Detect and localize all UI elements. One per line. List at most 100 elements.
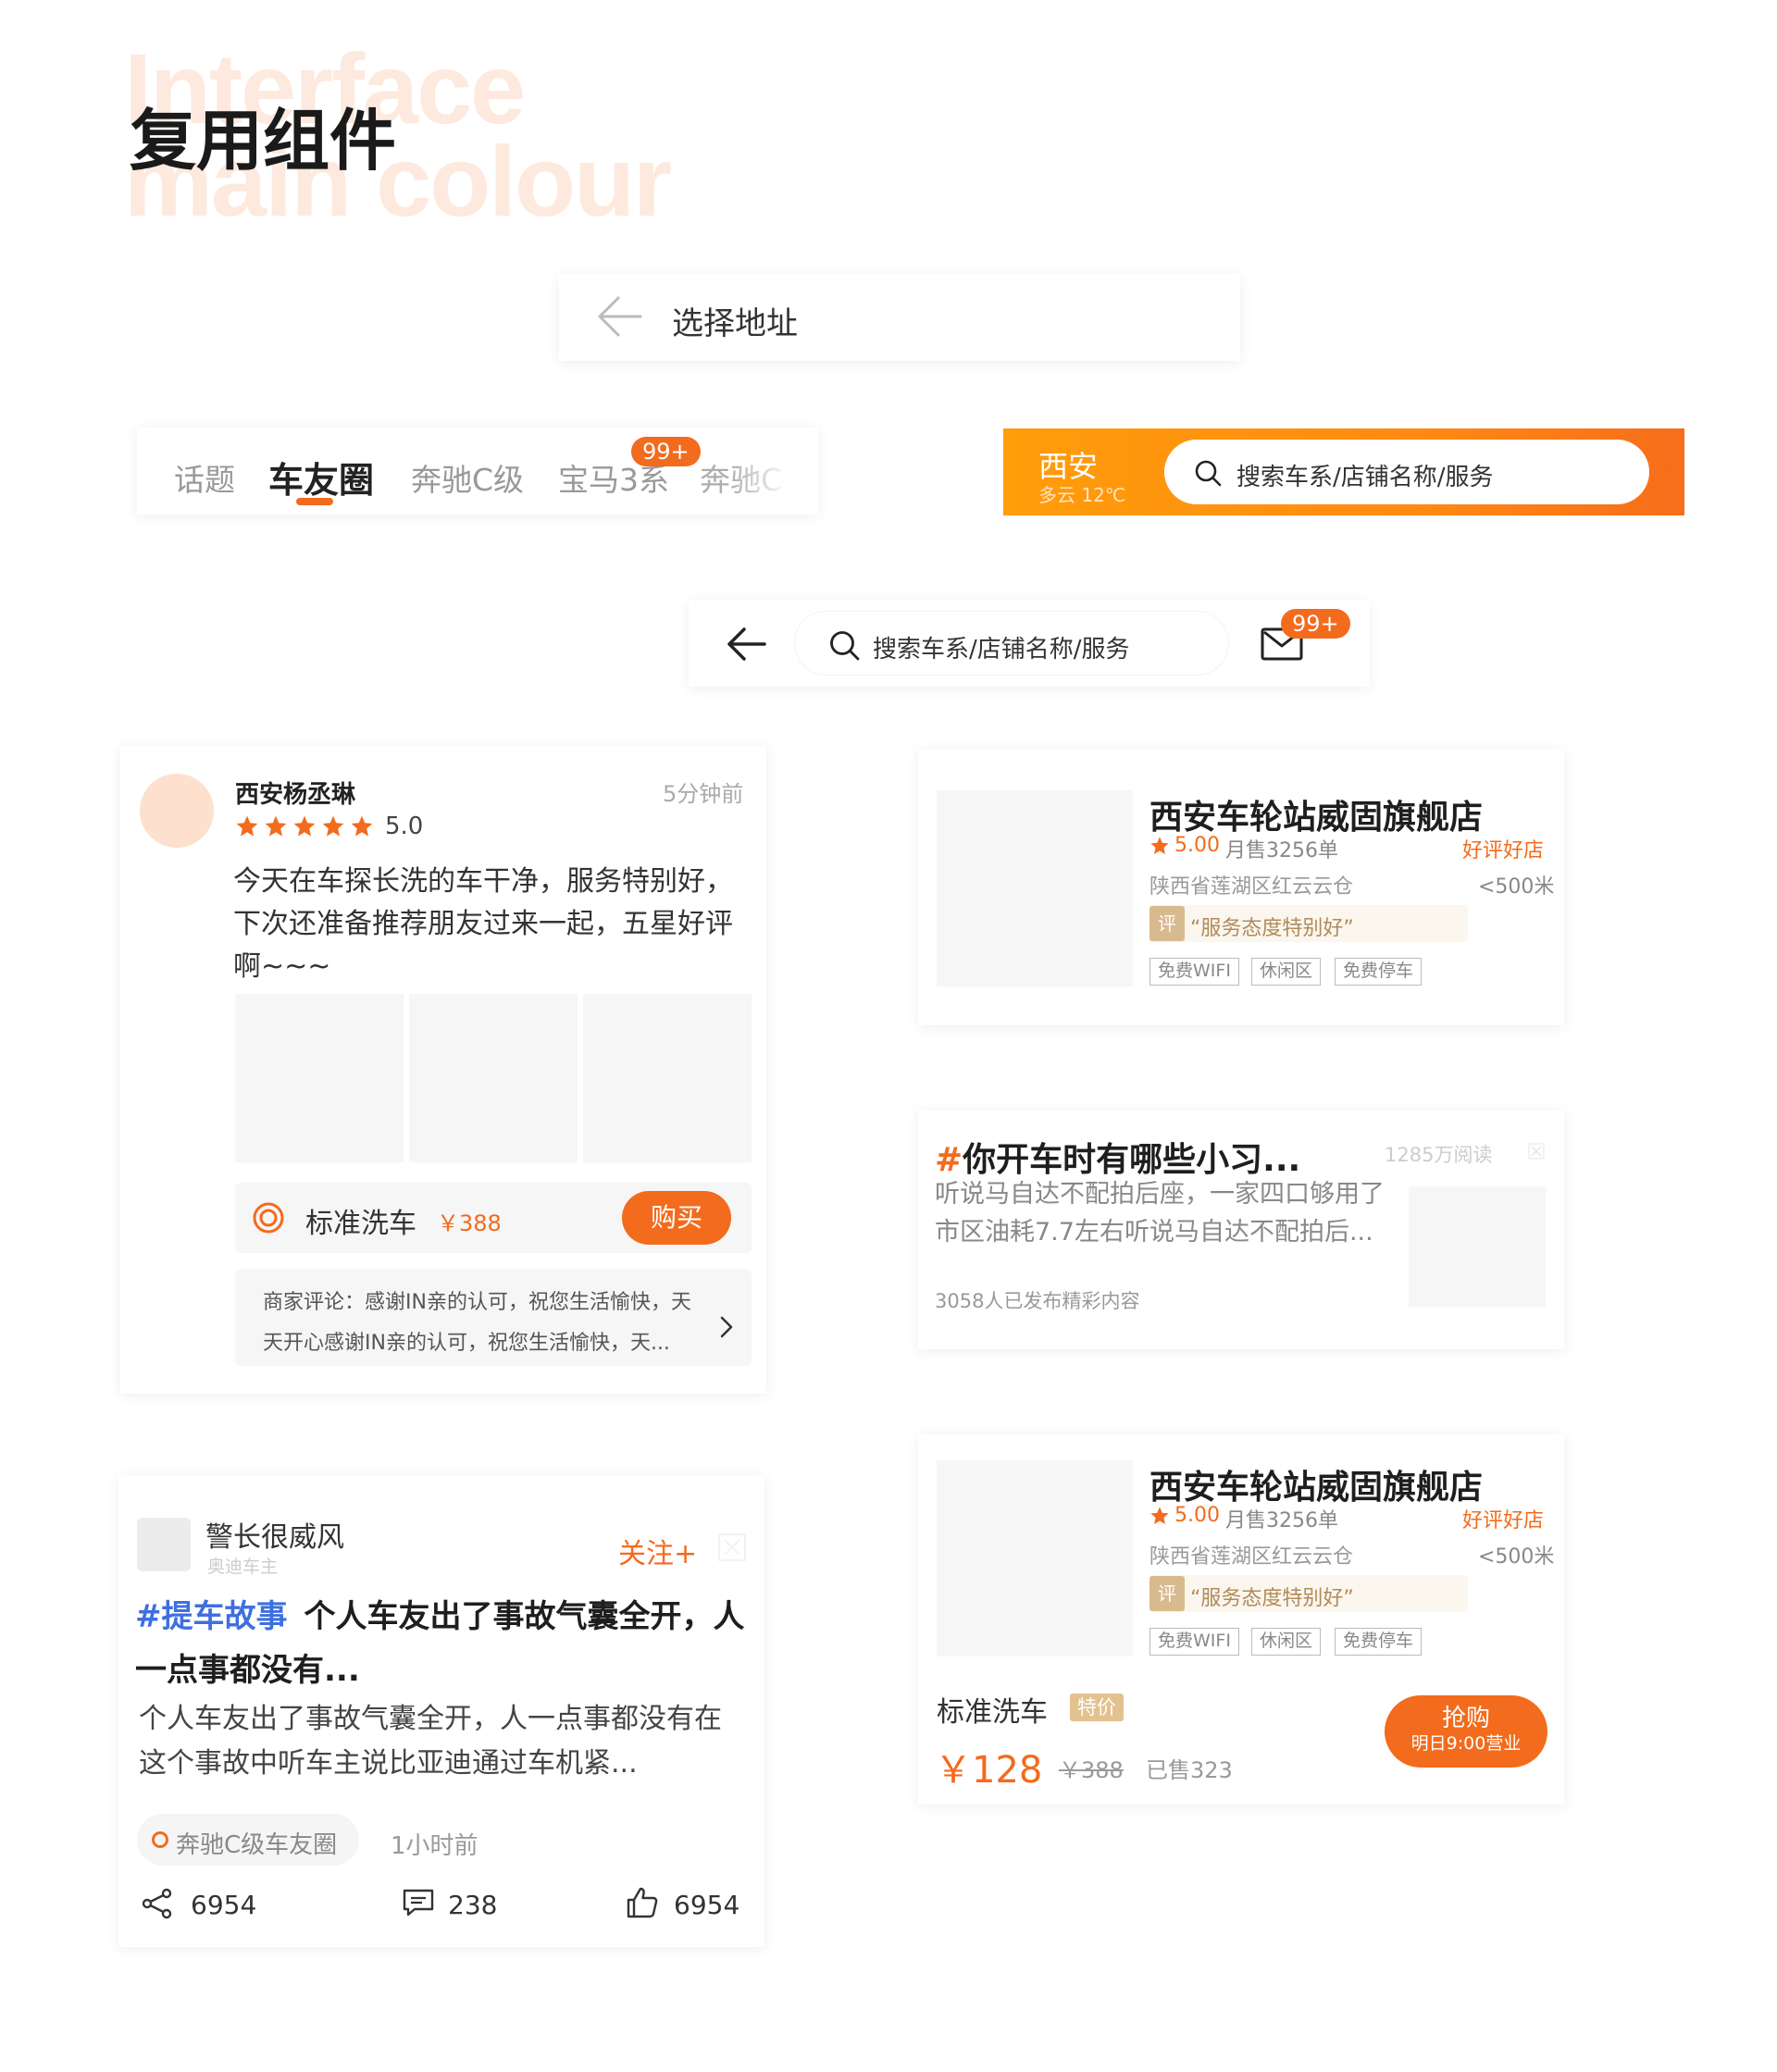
merchant-reply-text: 商家评论：感谢IN亲的认可，祝您生活愉快，天天开心感谢IN亲的认可，祝您生活愉快… — [263, 1291, 691, 1355]
shop-tag: 免费停车 — [1335, 958, 1423, 986]
shop-quote-text: “服务态度特别好” — [1190, 917, 1354, 940]
topic-card[interactable]: #你开车时有哪些小习... 1285万阅读 听说马自达不配拍后座，一家四口够用了… — [918, 1110, 1564, 1349]
deal-price: ￥128 — [935, 1749, 1043, 1792]
topic-title-text: 你开车时有哪些小习... — [963, 1141, 1301, 1179]
shop-name: 西安车轮站威固旗舰店 — [1149, 1469, 1484, 1507]
target-icon — [252, 1201, 285, 1235]
post-time: 1小时前 — [391, 1832, 478, 1860]
shop-tag: 休闲区 — [1251, 958, 1322, 986]
product-row[interactable]: 标准洗车 ￥388 购买 — [235, 1183, 752, 1253]
review-user-name[interactable]: 西安杨丞琳 — [235, 775, 355, 810]
shop-image — [937, 1460, 1133, 1656]
back-arrow-icon[interactable] — [594, 294, 642, 339]
shop-tag: 免费WIFI — [1149, 1628, 1239, 1656]
tab-car-friends[interactable]: 车友圈 — [268, 452, 374, 502]
share-icon[interactable] — [141, 1888, 174, 1919]
product-price: ￥388 — [437, 1210, 502, 1236]
active-tab-indicator — [296, 498, 333, 505]
shop-tag: 休闲区 — [1251, 1628, 1322, 1656]
topic-reads: 1285万阅读 — [1385, 1144, 1493, 1166]
avatar[interactable] — [137, 1518, 191, 1571]
avatar[interactable] — [140, 774, 214, 848]
shop-tag: 免费WIFI — [1149, 958, 1239, 986]
follow-button[interactable]: 关注+ — [618, 1531, 697, 1571]
star-icon — [265, 815, 287, 837]
deal-tag: 特价 — [1070, 1694, 1124, 1721]
comment-icon[interactable] — [402, 1888, 435, 1917]
like-count: 6954 — [674, 1890, 740, 1920]
shop-deal-card[interactable]: 西安车轮站威固旗舰店 5.00 月售3256单 好评好店 陕西省莲湖区红云云仓 … — [918, 1434, 1564, 1805]
like-icon[interactable] — [626, 1886, 659, 1919]
topic-title: #你开车时有哪些小习... — [935, 1133, 1300, 1181]
back-arrow-icon[interactable] — [726, 626, 766, 663]
close-icon[interactable] — [718, 1533, 746, 1561]
post-content: 个人车友出了事故气囊全开，人一点事都没有在这个事故中听车主说比亚迪通过车机紧..… — [139, 1703, 722, 1780]
weather-label: 多云 12℃ — [1038, 484, 1126, 506]
shop-card[interactable]: 西安车轮站威固旗舰店 5.00 月售3256单 好评好店 陕西省莲湖区红云云仓 … — [918, 750, 1564, 1025]
tab-benz-c[interactable]: 奔驰C级 — [411, 455, 524, 500]
merchant-reply-box[interactable]: 商家评论：感谢IN亲的认可，祝您生活愉快，天天开心感谢IN亲的认可，祝您生活愉快… — [235, 1270, 752, 1366]
shop-monthly-sales: 月售3256单 — [1225, 1509, 1338, 1532]
review-tag-icon: 评 — [1149, 1576, 1185, 1611]
message-badge: 99+ — [1281, 609, 1350, 639]
post-user-sub: 奥迪车主 — [207, 1557, 279, 1577]
review-content: 今天在车探长洗的车干净，服务特别好，下次还准备推荐朋友过来一起，五星好评啊~~~ — [233, 865, 733, 983]
shop-rating: 5.00 — [1174, 1504, 1220, 1527]
close-icon[interactable] — [1528, 1143, 1545, 1160]
search-icon — [1194, 459, 1222, 487]
share-count: 6954 — [191, 1890, 257, 1920]
tab-fade — [729, 428, 818, 515]
shop-quote: 评 “服务态度特别好” — [1149, 1575, 1468, 1612]
review-time: 5分钟前 — [663, 781, 744, 807]
search-box[interactable]: 搜索车系/店铺名称/服务 — [794, 611, 1229, 676]
search-placeholder: 搜索车系/店铺名称/服务 — [873, 636, 1130, 664]
topic-participants: 3058人已发布精彩内容 — [935, 1290, 1140, 1312]
address-nav-bar: 选择地址 — [559, 274, 1240, 361]
orange-search-box[interactable]: 搜索车系/店铺名称/服务 — [1164, 440, 1649, 504]
review-photo[interactable] — [235, 994, 404, 1162]
orange-search-placeholder: 搜索车系/店铺名称/服务 — [1236, 464, 1494, 491]
search-nav-bar: 搜索车系/店铺名称/服务 — [689, 600, 1370, 687]
buy-button[interactable]: 购买 — [622, 1191, 731, 1245]
star-icon — [293, 815, 316, 837]
review-photo[interactable] — [583, 994, 752, 1162]
grab-deal-label: 抢购 — [1441, 1705, 1490, 1732]
post-card[interactable]: 警长很威风 奥迪车主 关注+ #提车故事 个人车友出了事故气囊全开，人一点事都没有… — [118, 1475, 764, 1947]
shop-rating: 5.00 — [1174, 834, 1220, 857]
circle-name: 奔驰C级车友圈 — [176, 1831, 338, 1859]
shop-address: 陕西省莲湖区红云云仓 — [1149, 875, 1354, 899]
shop-distance: <500米 — [1478, 1545, 1555, 1569]
deal-original-price: ￥388 — [1059, 1757, 1124, 1783]
shop-tag: 免费停车 — [1335, 1628, 1423, 1656]
star-icon — [322, 815, 344, 837]
shop-badge: 好评好店 — [1462, 1509, 1545, 1532]
circle-dot-icon — [152, 1831, 168, 1848]
shop-address: 陕西省莲湖区红云云仓 — [1149, 1545, 1354, 1569]
deal-name: 标准洗车 — [937, 1696, 1048, 1729]
tab-bar: 话题 车友圈 奔驰C级 宝马3系 奔驰C — [137, 428, 818, 515]
star-icon — [236, 815, 258, 837]
page-title: 复用组件 — [130, 102, 397, 180]
search-icon — [828, 629, 860, 661]
post-user-name[interactable]: 警长很威风 — [205, 1514, 344, 1555]
shop-distance: <500米 — [1478, 875, 1555, 899]
topic-hash: # — [935, 1141, 963, 1179]
review-photo[interactable] — [409, 994, 578, 1162]
shop-badge: 好评好店 — [1462, 839, 1545, 862]
shop-name: 西安车轮站威固旗舰店 — [1149, 799, 1484, 837]
topic-image — [1409, 1186, 1546, 1307]
review-tag-icon: 评 — [1149, 906, 1185, 941]
circle-chip[interactable]: 奔驰C级车友圈 — [137, 1814, 359, 1866]
grab-deal-sub: 明日9:00营业 — [1410, 1733, 1522, 1754]
post-hashtag[interactable]: #提车故事 — [135, 1598, 288, 1635]
shop-quote: 评 “服务态度特别好” — [1149, 905, 1468, 942]
star-icon — [351, 815, 373, 837]
shop-quote-text: “服务态度特别好” — [1190, 1587, 1354, 1610]
deal-sold: 已售323 — [1146, 1757, 1233, 1783]
shop-monthly-sales: 月售3256单 — [1225, 839, 1338, 862]
chevron-right-icon[interactable] — [720, 1316, 733, 1338]
grab-deal-button[interactable]: 抢购 明日9:00营业 — [1385, 1695, 1547, 1768]
star-icon — [1149, 1506, 1170, 1526]
tab-topic[interactable]: 话题 — [174, 455, 235, 500]
post-title: #提车故事 个人车友出了事故气囊全开，人一点事都没有... — [135, 1590, 746, 1697]
